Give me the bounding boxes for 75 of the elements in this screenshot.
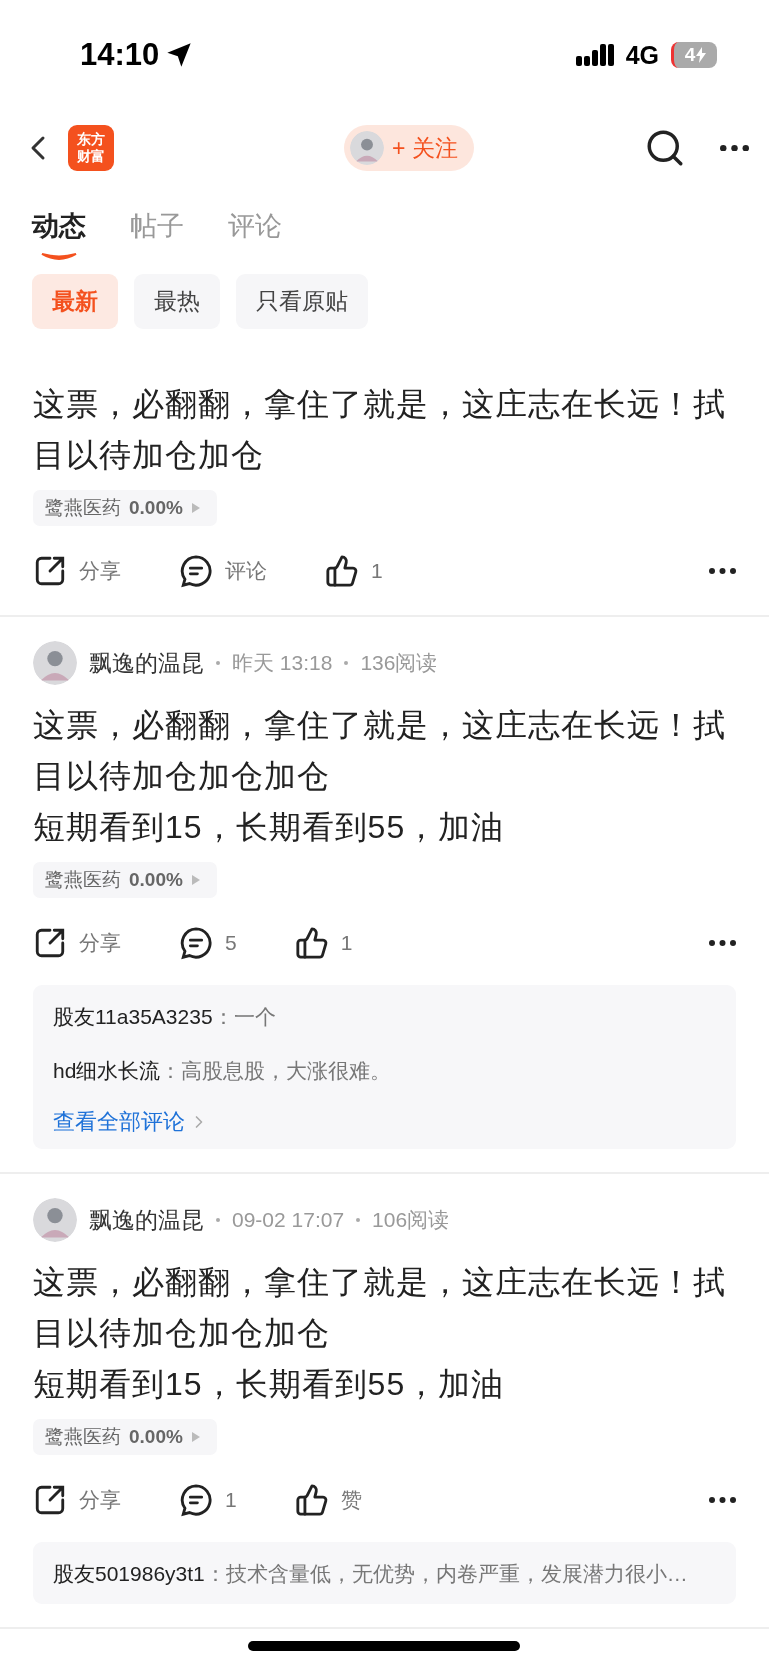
more-icon (720, 144, 749, 152)
share-button[interactable]: 分享 (33, 926, 121, 960)
like-button[interactable]: 1 (325, 554, 383, 588)
share-icon (33, 926, 67, 960)
view-all-comments-link[interactable]: 查看全部评论 (53, 1107, 209, 1137)
comment-text: 股友11a35A3235：一个 (53, 1004, 277, 1030)
like-button[interactable]: 1 (294, 926, 353, 960)
stock-name: 鹭燕医药 (45, 496, 121, 520)
app-logo: 东方 财富 (68, 125, 114, 171)
thumbs-up-icon (294, 1483, 329, 1517)
share-icon (33, 1483, 67, 1517)
stock-name: 鹭燕医药 (45, 1425, 121, 1449)
filter-chip[interactable]: 最热 (134, 274, 220, 329)
stock-change: 0.00% (129, 1426, 183, 1448)
post-text: 短期看到15，长期看到55，加油 (33, 1365, 506, 1404)
stock-change: 0.00% (129, 869, 183, 891)
stock-tag[interactable]: 鹭燕医药 0.00% (33, 1419, 217, 1455)
author-name[interactable]: 飘逸的温昆 (89, 1204, 204, 1236)
share-icon (33, 554, 67, 588)
more-button[interactable] (720, 144, 749, 152)
separator-dot-icon (344, 661, 349, 665)
thumbs-up-icon (325, 554, 359, 588)
avatar (350, 131, 385, 165)
tab[interactable]: 动态 (32, 208, 86, 264)
author-name[interactable]: 飘逸的温昆 (89, 647, 204, 679)
tab[interactable]: 评论 (228, 208, 282, 264)
post-meta: 09-02 17:07 (232, 1208, 345, 1232)
comment-button[interactable]: 评论 (179, 554, 267, 588)
post-text: 这票，必翻翻，拿住了就是，这庄志在长远！拭目以待加仓加仓加仓 (33, 706, 727, 796)
post-text: 这票，必翻翻，拿住了就是，这庄志在长远！拭目以待加仓加仓 (33, 385, 727, 475)
more-button[interactable] (709, 568, 736, 574)
comment-button[interactable]: 5 (179, 926, 237, 960)
follow-button[interactable]: + 关注 (344, 125, 474, 171)
clock-time: 14:10 (80, 37, 160, 73)
more-icon (709, 568, 736, 574)
filter-chip[interactable]: 最新 (32, 274, 118, 329)
network-type: 4G (625, 40, 659, 70)
filter-chip[interactable]: 只看原贴 (236, 274, 368, 329)
more-button[interactable] (709, 1497, 736, 1503)
triangle-icon (190, 1431, 201, 1443)
share-button[interactable]: 分享 (33, 554, 121, 588)
location-arrow-icon (165, 41, 194, 69)
avatar (33, 1198, 77, 1242)
post-text: 短期看到15，长期看到55，加油 (33, 808, 506, 847)
stock-change: 0.00% (129, 497, 183, 519)
triangle-icon (190, 874, 201, 886)
share-button[interactable]: 分享 (33, 1483, 121, 1517)
post-meta: 136阅读 (360, 650, 438, 676)
stock-tag[interactable]: 鹭燕医药 0.00% (33, 862, 217, 898)
more-button[interactable] (709, 940, 736, 946)
more-icon (709, 1497, 736, 1503)
comment-button[interactable]: 1 (179, 1483, 237, 1517)
avatar (33, 641, 77, 685)
stock-tag[interactable]: 鹭燕医药 0.00% (33, 490, 217, 526)
lightning-icon (696, 47, 707, 63)
battery-level: 4 (684, 44, 696, 66)
comment-icon (179, 1483, 213, 1517)
stock-name: 鹭燕医药 (45, 868, 121, 892)
tab[interactable]: 帖子 (130, 208, 184, 264)
comment-text: hd细水长流：高股息股，大涨很难。 (53, 1058, 393, 1084)
comment-text: 股友501986y3t1：技术含量低，无优势，内卷严重，发展潜力很小… (53, 1561, 689, 1587)
separator-dot-icon (216, 661, 220, 665)
separator-dot-icon (216, 1218, 220, 1222)
tab-underline-icon (40, 252, 78, 262)
comment-icon (179, 554, 213, 588)
thumbs-up-icon (294, 926, 329, 960)
separator-dot-icon (356, 1218, 361, 1222)
post-text: 这票，必翻翻，拿住了就是，这庄志在长远！拭目以待加仓加仓加仓 (33, 1263, 727, 1353)
comment-icon (179, 926, 213, 960)
signal-icon (575, 42, 614, 68)
triangle-icon (190, 502, 201, 514)
like-button[interactable]: 赞 (294, 1483, 362, 1517)
post-meta: 106阅读 (372, 1207, 450, 1233)
more-icon (709, 940, 736, 946)
post-meta: 昨天 13:18 (232, 650, 333, 676)
